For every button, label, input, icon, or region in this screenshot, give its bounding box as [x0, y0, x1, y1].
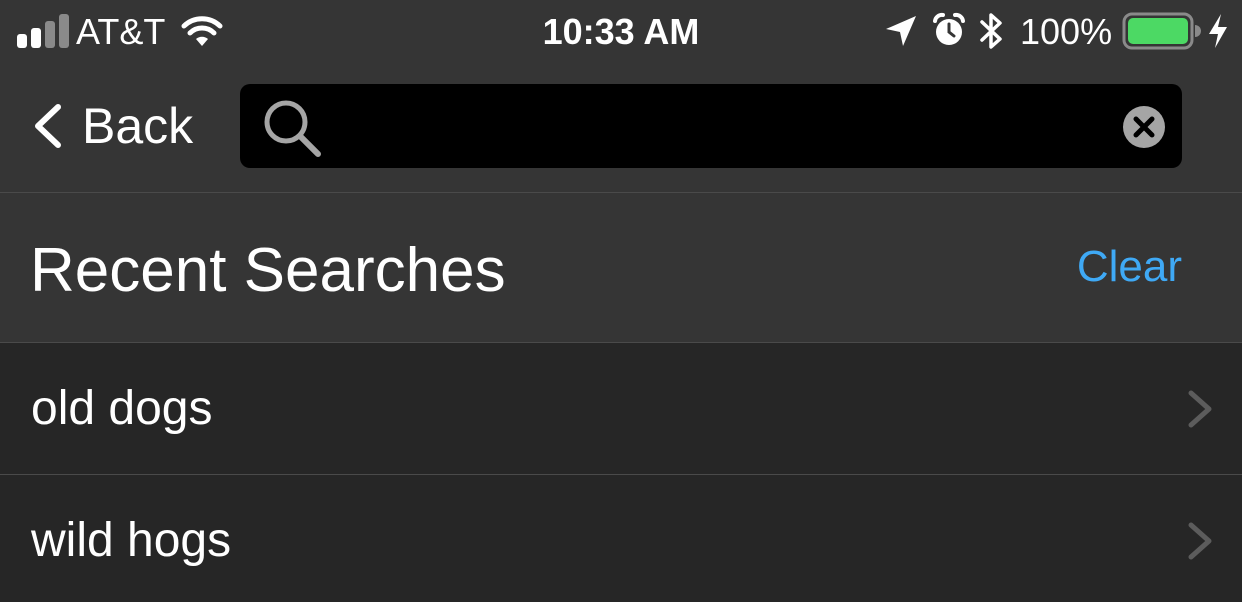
section-title: Recent Searches [30, 236, 506, 305]
carrier-name: AT&T [76, 11, 166, 52]
alarm-clock-icon [933, 12, 965, 45]
list-item-label: wild hogs [31, 514, 232, 567]
wifi-icon [181, 16, 223, 46]
recent-searches-header: Recent Searches Clear [0, 193, 1242, 343]
clear-recent-button[interactable]: Clear [1077, 239, 1182, 295]
charging-bolt-icon [1209, 14, 1227, 48]
location-arrow-icon [886, 16, 916, 46]
signal-icon [17, 14, 69, 48]
nav-bar: Back [0, 64, 1242, 193]
chevron-right-icon [1188, 522, 1212, 560]
search-icon [264, 100, 321, 157]
list-item[interactable]: old dogs [0, 343, 1242, 475]
status-bar: AT&T 10:33 AM 100% [0, 0, 1242, 64]
back-button[interactable]: Back [30, 94, 193, 158]
back-label: Back [82, 98, 194, 154]
chevron-right-icon [1188, 390, 1212, 428]
status-time: 10:33 AM [542, 11, 700, 52]
search-input[interactable] [336, 84, 1096, 168]
search-field[interactable] [240, 84, 1182, 168]
bluetooth-icon [980, 13, 1002, 49]
chevron-left-icon [35, 104, 61, 148]
recent-search-list: old dogs wild hogs [0, 343, 1242, 602]
list-item-label: old dogs [31, 382, 213, 435]
battery-icon [1122, 12, 1201, 50]
battery-percent: 100% [1020, 11, 1113, 52]
screen: AT&T 10:33 AM 100% Back Recent Searches … [0, 0, 1242, 602]
clear-search-icon[interactable] [1122, 105, 1166, 149]
list-item[interactable]: wild hogs [0, 475, 1242, 602]
